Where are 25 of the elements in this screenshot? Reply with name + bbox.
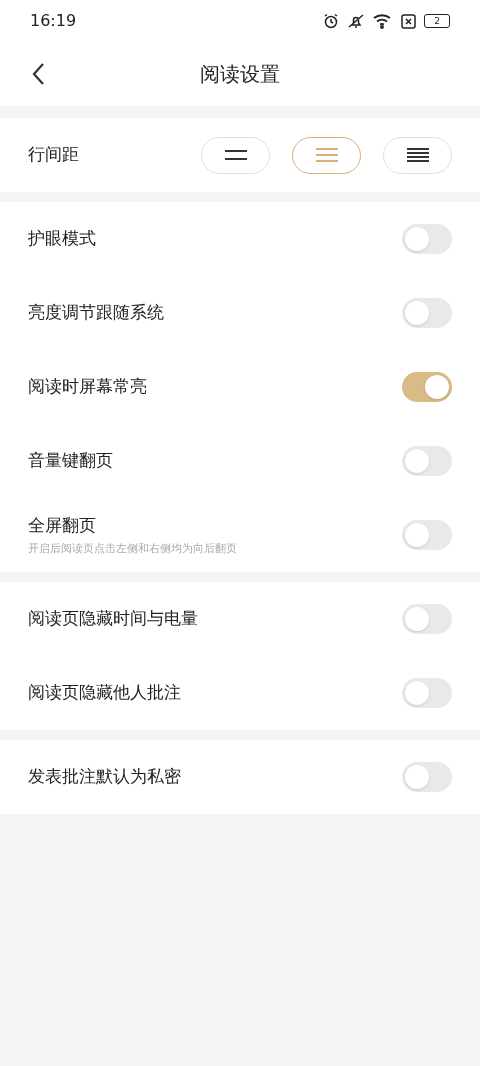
muted-bell-icon — [347, 13, 365, 29]
battery-indicator: 2 — [424, 14, 450, 28]
toggle-switch[interactable] — [402, 520, 452, 550]
setting-label: 音量键翻页 — [28, 449, 114, 473]
toggle-switch[interactable] — [402, 762, 452, 792]
page-title: 阅读设置 — [200, 61, 280, 88]
toggle-switch[interactable] — [402, 224, 452, 254]
setting-hint: 开启后阅读页点击左侧和右侧均为向后翻页 — [28, 540, 238, 557]
setting-label: 亮度调节跟随系统 — [28, 301, 165, 325]
setting-label: 行间距 — [28, 143, 80, 167]
setting-label: 阅读页隐藏他人批注 — [28, 681, 182, 705]
setting-label: 阅读页隐藏时间与电量 — [28, 607, 199, 631]
toggle-switch[interactable] — [402, 678, 452, 708]
toggle-switch[interactable] — [402, 604, 452, 634]
setting-label: 全屏翻页 — [28, 514, 97, 537]
no-sim-icon — [401, 13, 416, 29]
alarm-icon — [323, 13, 339, 29]
wifi-icon — [373, 13, 393, 29]
setting-label: 护眼模式 — [28, 227, 97, 251]
status-time: 16:19 — [30, 10, 77, 32]
setting-label: 发表批注默认为私密 — [28, 765, 182, 789]
toggle-switch[interactable] — [402, 446, 452, 476]
toggle-switch[interactable] — [402, 298, 452, 328]
setting-label: 阅读时屏幕常亮 — [28, 375, 148, 399]
toggle-switch[interactable] — [402, 372, 452, 402]
